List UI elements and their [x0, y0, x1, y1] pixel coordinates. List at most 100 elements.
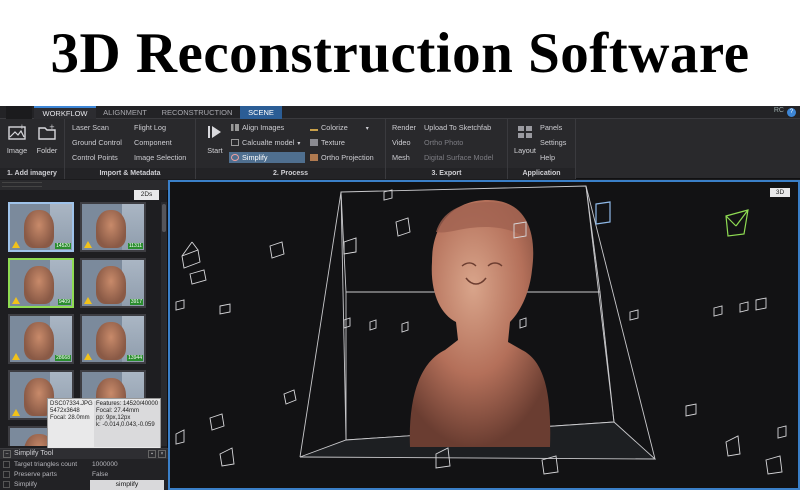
layout-button[interactable]: Layout — [512, 123, 538, 155]
collapse-icon[interactable]: – — [3, 450, 11, 458]
drag-handle[interactable] — [2, 182, 42, 187]
align-images-label: Align Images — [242, 123, 285, 132]
simplify-button[interactable]: Simplify — [229, 152, 305, 163]
digital-surface-model-button[interactable]: Digital Surface Model — [424, 153, 493, 162]
group-label-process: 2. Process — [196, 168, 385, 179]
start-button[interactable]: Start — [202, 123, 228, 155]
video-button[interactable]: Video — [392, 138, 411, 147]
camera-icon — [175, 429, 185, 445]
panels-button[interactable]: Panels — [540, 123, 562, 132]
row-toggle[interactable] — [3, 471, 10, 478]
camera-icon — [209, 413, 225, 431]
tab-reconstruction[interactable]: RECONSTRUCTION — [156, 106, 238, 119]
feature-count: 9409 — [57, 299, 71, 305]
layout-icon — [518, 126, 532, 138]
prop-row-target-triangles[interactable]: Target triangles count 1000000 — [0, 460, 168, 470]
help-button[interactable]: Help — [540, 153, 555, 162]
image-thumbnail[interactable]: 11311 — [80, 202, 146, 252]
feature-count: 13944 — [127, 355, 143, 361]
camera-icon — [739, 301, 749, 313]
camera-icon — [219, 303, 231, 315]
group-label-application: Application — [508, 168, 575, 179]
colorize-button[interactable]: Colorize ▾ — [310, 123, 369, 132]
scrollbar-thumb[interactable] — [162, 204, 166, 232]
tab-alignment[interactable]: ALIGNMENT — [96, 106, 154, 119]
image-thumbnail[interactable]: 9409 — [8, 258, 74, 308]
upload-sketchfab-button[interactable]: Upload To Sketchfab — [424, 123, 491, 132]
app-window: WORKFLOW ALIGNMENT RECONSTRUCTION SCENE … — [0, 106, 800, 490]
group-label-add-imagery: 1. Add imagery — [0, 168, 64, 179]
settings-button[interactable]: Settings — [540, 138, 566, 147]
image-thumbnail[interactable]: 3917 — [80, 258, 146, 308]
camera-icon — [519, 317, 527, 329]
camera-icon — [777, 425, 787, 439]
texture-label: Texture — [321, 138, 345, 147]
camera-icon — [401, 321, 409, 333]
camera-icon — [175, 299, 185, 311]
laser-scan-button[interactable]: Laser Scan — [72, 123, 109, 132]
bust-photo — [96, 266, 126, 304]
camera-icon — [685, 403, 697, 417]
image-thumbnail[interactable]: 14520 — [8, 202, 74, 252]
thumbnail-scrollbar[interactable] — [161, 202, 167, 446]
flight-log-button[interactable]: Flight Log — [134, 123, 166, 132]
brush-icon — [310, 124, 318, 131]
warning-icon — [84, 297, 92, 304]
warning-icon — [12, 409, 20, 416]
tooltip-details: Features: 14520/40000 Focal: 27.44mm pp:… — [94, 401, 160, 447]
warning-icon — [84, 353, 92, 360]
scene-canvas[interactable] — [170, 182, 798, 488]
camera-icon — [269, 241, 285, 259]
simplify-run-button[interactable]: simplify — [90, 480, 164, 490]
render-button[interactable]: Render — [392, 123, 416, 132]
prop-name: Simplify — [14, 481, 38, 488]
close-icon[interactable]: × — [158, 450, 166, 458]
reconstructed-bust-model[interactable] — [409, 200, 551, 447]
app-menu-button[interactable] — [6, 106, 32, 119]
calculate-model-label: Calcualte model — [242, 138, 295, 147]
row-toggle[interactable] — [3, 481, 10, 488]
3d-viewport[interactable]: 3D — [168, 180, 800, 490]
group-export: Render Video Mesh Upload To Sketchfab Or… — [386, 119, 508, 179]
ortho-projection-button[interactable]: Ortho Projection — [310, 153, 374, 162]
ground-control-button[interactable]: Ground Control — [72, 138, 122, 147]
image-selection-button[interactable]: Image Selection — [134, 153, 186, 162]
image-thumbnail[interactable]: 13944 — [80, 314, 146, 364]
camera-icon — [595, 201, 611, 225]
folder-button[interactable]: + Folder — [34, 123, 60, 155]
user-initials[interactable]: RC — [774, 107, 784, 114]
ribbon: + Image + Folder 1. Add imagery Laser Sc… — [0, 119, 800, 179]
tab-scene[interactable]: SCENE — [240, 106, 282, 119]
texture-button[interactable]: Texture — [310, 138, 345, 147]
camera-icon — [755, 297, 767, 311]
prop-row-preserve-parts[interactable]: Preserve parts False — [0, 470, 168, 480]
row-toggle[interactable] — [3, 461, 10, 468]
start-label: Start — [207, 146, 223, 155]
chevron-down-icon: ▾ — [365, 126, 369, 132]
mesh-button[interactable]: Mesh — [392, 153, 410, 162]
help-icon[interactable]: ? — [787, 108, 796, 117]
group-label-export: 3. Export — [386, 168, 507, 179]
component-button[interactable]: Component — [134, 138, 172, 147]
prop-value[interactable]: 1000000 — [92, 460, 118, 470]
tool-header: Simplify Tool – ▪ × — [0, 449, 168, 459]
group-add-imagery: + Image + Folder 1. Add imagery — [0, 119, 65, 179]
ortho-icon — [310, 154, 318, 161]
pin-icon[interactable]: ▪ — [148, 450, 156, 458]
ortho-photo-button[interactable]: Ortho Photo — [424, 138, 463, 147]
bust-photo — [24, 266, 54, 304]
texture-icon — [310, 139, 318, 146]
calculate-model-button[interactable]: Calcualte model ▾ — [231, 138, 300, 147]
camera-icon — [189, 269, 207, 285]
view-3d-badge[interactable]: 3D — [770, 188, 790, 197]
control-points-button[interactable]: Control Points — [72, 153, 118, 162]
prop-value[interactable]: False — [92, 470, 108, 480]
image-button[interactable]: + Image — [4, 123, 30, 155]
view-2d-badge[interactable]: 2Ds — [134, 190, 159, 200]
camera-icon — [219, 447, 235, 467]
image-thumbnail[interactable]: 28668 — [8, 314, 74, 364]
feature-count: 3917 — [129, 299, 143, 305]
simplify-label: Simplify — [242, 153, 268, 162]
tab-workflow[interactable]: WORKFLOW — [34, 106, 96, 119]
align-images-button[interactable]: Align Images — [231, 123, 284, 132]
